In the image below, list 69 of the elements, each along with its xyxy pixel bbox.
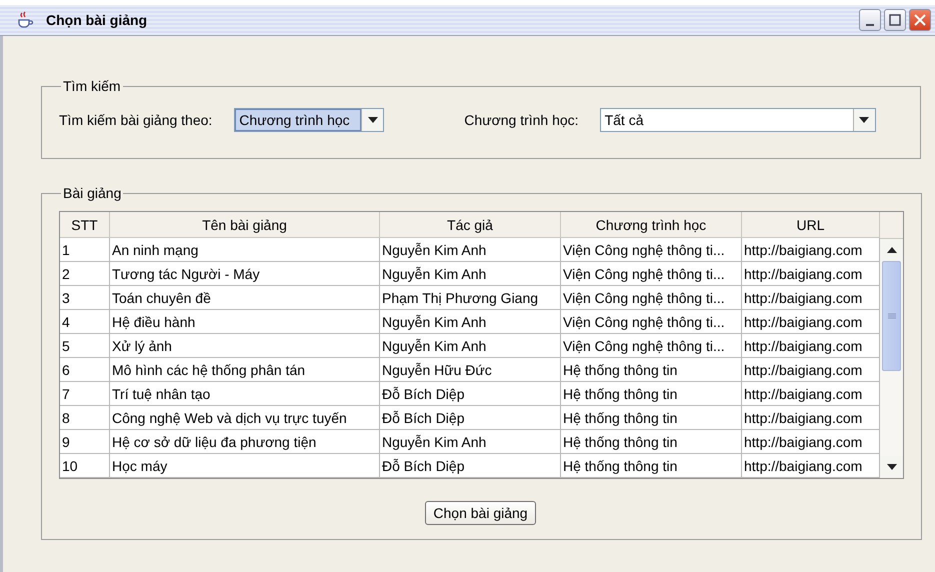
scrollbar[interactable] xyxy=(880,239,903,478)
close-icon xyxy=(914,14,926,26)
choose-lecture-button[interactable]: Chọn bài giảng xyxy=(425,501,536,525)
table-cell: Hệ cơ sở dữ liệu đa phương tiện xyxy=(110,430,380,454)
maximize-button[interactable] xyxy=(884,9,906,31)
table-cell: 6 xyxy=(60,358,110,382)
grip-icon xyxy=(888,313,896,319)
table-cell: Hệ thống thông tin xyxy=(561,430,742,454)
table-cell: Công nghệ Web và dịch vụ trực tuyến xyxy=(110,406,380,430)
table-cell: 3 xyxy=(60,286,110,310)
table-cell: Hệ thống thông tin xyxy=(561,406,742,430)
table-cell: 8 xyxy=(60,406,110,430)
table-cell: Nguyễn Kim Anh xyxy=(380,430,561,454)
table-cell: 1 xyxy=(60,238,110,262)
table-cell: Tương tác Người - Máy xyxy=(110,262,380,286)
combo-value: Chương trình học xyxy=(235,109,362,131)
close-button[interactable] xyxy=(909,9,931,31)
table-cell: Viện Công nghệ thông ti... xyxy=(561,334,742,358)
coffee-cup-icon xyxy=(16,11,34,29)
table-cell: Đỗ Bích Diệp xyxy=(380,406,561,430)
column-header[interactable]: Tác giả xyxy=(380,212,561,238)
dropdown-button[interactable] xyxy=(852,109,875,131)
table-cell: Hệ thống thông tin xyxy=(561,358,742,382)
down-arrow-icon xyxy=(368,117,378,123)
table-cell: 5 xyxy=(60,334,110,358)
group-title: Tìm kiếm xyxy=(62,78,122,94)
table-cell: Phạm Thị Phương Giang xyxy=(380,286,561,310)
table-cell: Viện Công nghệ thông ti... xyxy=(561,286,742,310)
column-header[interactable]: Chương trình học xyxy=(561,212,742,238)
minimize-button[interactable] xyxy=(859,9,881,31)
program-dropdown[interactable]: Tất cả xyxy=(600,108,876,132)
group-title: Bài giảng xyxy=(62,185,122,201)
table-cell: Toán chuyên đề xyxy=(110,286,380,310)
table-cell: An ninh mạng xyxy=(110,238,380,262)
column-header[interactable]: Tên bài giảng xyxy=(110,212,380,238)
table-cell: Viện Công nghệ thông ti... xyxy=(561,262,742,286)
table-cell: 4 xyxy=(60,310,110,334)
table-cell: Nguyễn Kim Anh xyxy=(380,262,561,286)
table-cell: Hệ thống thông tin xyxy=(561,382,742,406)
search-by-dropdown[interactable]: Chương trình học xyxy=(234,108,384,132)
table-cell: 2 xyxy=(60,262,110,286)
dropdown-button[interactable] xyxy=(361,109,384,131)
table-cell: Nguyễn Hữu Đức xyxy=(380,358,561,382)
table-cell: Viện Công nghệ thông ti... xyxy=(561,238,742,262)
table-cell: Nguyễn Kim Anh xyxy=(380,334,561,358)
table-cell: Hệ thống thông tin xyxy=(561,454,742,478)
table-cell: Đỗ Bích Diệp xyxy=(380,454,561,478)
window-title: Chọn bài giảng xyxy=(46,12,148,28)
table-cell: Trí tuệ nhân tạo xyxy=(110,382,380,406)
minimize-icon xyxy=(866,24,874,26)
scroll-thumb[interactable] xyxy=(882,261,901,371)
field-label: Tìm kiếm bài giảng theo: xyxy=(59,112,212,128)
table-cell: Đỗ Bích Diệp xyxy=(380,382,561,406)
table-cell: 9 xyxy=(60,430,110,454)
down-arrow-icon xyxy=(859,117,870,123)
table-cell: 7 xyxy=(60,382,110,406)
table-cell: 10 xyxy=(60,454,110,478)
table-cell: Mô hình các hệ thống phân tán xyxy=(110,358,380,382)
table-cell: Xử lý ảnh xyxy=(110,334,380,358)
table-cell: Nguyễn Kim Anh xyxy=(380,310,561,334)
table-cell: Học máy xyxy=(110,454,380,478)
table-cell: Hệ điều hành xyxy=(110,310,380,334)
down-arrow-icon xyxy=(886,464,896,470)
table-cell: Nguyễn Kim Anh xyxy=(380,238,561,262)
column-header[interactable]: STT xyxy=(60,212,110,238)
maximize-icon xyxy=(889,14,901,26)
field-label: Chương trình học: xyxy=(464,112,579,128)
table-cell: Viện Công nghệ thông ti... xyxy=(561,310,742,334)
up-arrow-icon xyxy=(886,247,896,253)
